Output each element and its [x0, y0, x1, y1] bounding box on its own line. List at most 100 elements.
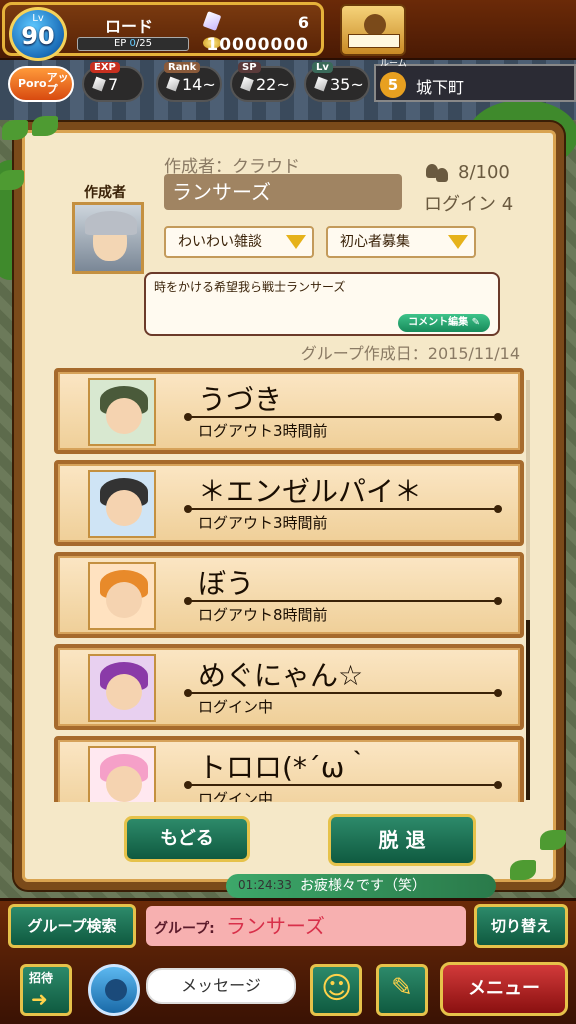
member-name: うづき	[198, 383, 283, 416]
player-info-panel[interactable]: Lv 90 ロード EP 0/25 6 10000000	[2, 2, 324, 61]
member-row[interactable]: ＊エンゼルパイ＊ ログアウト3時間前	[54, 460, 524, 546]
dropdown-arrow-icon	[286, 235, 306, 249]
vine-decoration	[0, 170, 24, 190]
buff-label: アップ	[46, 71, 69, 96]
message-input[interactable]: メッセージ	[146, 968, 296, 1004]
comment-edit-button[interactable]: コメント編集 ✎	[398, 314, 490, 332]
member-list-scrollbar[interactable]	[526, 380, 530, 800]
member-avatar	[88, 470, 156, 538]
buff-tag: Poro	[18, 77, 47, 90]
gem-icon	[240, 76, 254, 92]
room-number: 5	[380, 72, 406, 98]
avatar-face	[106, 490, 142, 526]
member-list[interactable]: うづき ログアウト3時間前 ＊エンゼルパイ＊ ログアウト3時間前 ぼう ログアウ…	[54, 368, 532, 802]
avatar-face	[106, 582, 142, 618]
group-created-date: グループ作成日：2015/11/14	[300, 344, 520, 363]
buff-tag: EXP	[90, 62, 120, 73]
vine-decoration	[2, 120, 28, 140]
invite-label: 招待	[29, 971, 54, 985]
group-comment: 時をかける希望我ら戦士ランサーズ	[154, 280, 346, 294]
rank-buff[interactable]: Rank 14~	[156, 62, 222, 102]
avatar-face	[106, 674, 142, 710]
members-icon	[426, 164, 450, 182]
group-search-button[interactable]: グループ検索	[8, 904, 136, 948]
avatar-face	[106, 398, 142, 434]
member-status: ログイン中	[198, 790, 274, 802]
sp-buff[interactable]: SP 22~	[230, 62, 296, 102]
room-indicator[interactable]: ルーム 5 城下町	[374, 59, 576, 102]
room-name: 城下町	[416, 78, 465, 97]
room-label: ルーム	[380, 59, 407, 69]
gem-count: 6	[297, 13, 309, 32]
member-name: ぼう	[198, 567, 255, 600]
invite-arrow-icon: ➜	[31, 987, 48, 1011]
person-icon	[364, 14, 386, 36]
member-avatar	[88, 654, 156, 722]
menu-button[interactable]: メニュー	[440, 962, 568, 1016]
member-status: ログアウト8時間前	[198, 606, 328, 624]
group-field-label: グループ:	[154, 921, 215, 937]
buff-value: 22~	[256, 74, 290, 94]
member-name: トロロ(*´ω｀	[198, 751, 373, 784]
invite-button[interactable]: 招待 ➜	[20, 964, 72, 1016]
current-group-field[interactable]: グループ: ランサーズ	[146, 906, 466, 946]
member-row[interactable]: トロロ(*´ω｀ ログイン中	[54, 736, 524, 802]
coin-count: 10000000	[206, 35, 309, 55]
member-status: ログアウト3時間前	[198, 422, 328, 440]
category-select-2[interactable]: 初心者募集	[326, 226, 476, 258]
member-avatar	[88, 562, 156, 630]
member-status: ログイン中	[198, 698, 274, 716]
pencil-icon: ✎	[471, 317, 480, 328]
buff-value: 14~	[182, 74, 216, 94]
group-name-field[interactable]: ランサーズ	[164, 174, 402, 210]
poro-up-buff[interactable]: Poro アップ	[8, 66, 74, 102]
stamp-button[interactable]: ✎	[376, 964, 428, 1016]
level-value: 90	[21, 22, 55, 50]
buff-tag: Lv	[312, 62, 333, 73]
member-row[interactable]: めぐにゃん☆ ログイン中	[54, 644, 524, 730]
login-count: ログイン 4	[424, 194, 514, 215]
divider	[184, 505, 502, 513]
brush-icon: ✎	[391, 973, 413, 1003]
member-name: ＊エンゼルパイ＊	[198, 475, 423, 508]
creator-avatar[interactable]	[72, 202, 144, 274]
buff-value: 35~	[330, 74, 364, 94]
group-detail-panel: 作成者 作成者：クラウド ランサーズ 8/100 ログイン 4 わいわい雑談 初…	[0, 116, 566, 890]
category-value: わいわい雑談	[178, 234, 262, 250]
member-row[interactable]: ぼう ログアウト8時間前	[54, 552, 524, 638]
leave-group-button[interactable]: 脱 退	[328, 814, 476, 866]
chat-avatar-button[interactable]	[88, 964, 140, 1016]
category-select-1[interactable]: わいわい雑談	[164, 226, 314, 258]
divider	[184, 597, 502, 605]
ep-max: /25	[135, 38, 152, 49]
lv-buff[interactable]: Lv 35~	[304, 62, 370, 102]
friends-book-button[interactable]	[340, 4, 406, 56]
status-bar: Lv 90 ロード EP 0/25 6 10000000	[0, 0, 576, 61]
vine-decoration	[540, 830, 566, 850]
buff-tag: SP	[238, 62, 261, 73]
dropdown-arrow-icon	[448, 235, 468, 249]
member-name: めぐにゃん☆	[198, 659, 364, 692]
buff-tag: Rank	[164, 62, 201, 73]
member-row[interactable]: うづき ログアウト3時間前	[54, 368, 524, 454]
member-avatar	[88, 746, 156, 802]
exp-buff[interactable]: EXP 7	[82, 62, 144, 102]
buff-value: 7	[108, 74, 119, 94]
switch-button[interactable]: 切り替え	[474, 904, 568, 948]
back-button[interactable]: もどる	[124, 816, 250, 862]
category-value: 初心者募集	[340, 234, 410, 250]
level-badge: Lv 90	[9, 7, 67, 61]
smiley-icon: ☺	[321, 971, 353, 1006]
book-icon	[348, 34, 400, 48]
member-avatar	[88, 378, 156, 446]
divider	[184, 413, 502, 421]
group-comment-box: 時をかける希望我ら戦士ランサーズ コメント編集 ✎	[144, 272, 500, 336]
emoji-button[interactable]: ☺	[310, 964, 362, 1016]
vine-decoration	[32, 116, 58, 136]
speech-icon	[105, 979, 127, 1001]
ep-label: EP	[113, 38, 127, 49]
creator-label: 作成者	[84, 185, 126, 201]
gem-icon	[314, 76, 328, 92]
scrollbar-thumb[interactable]	[526, 620, 530, 800]
member-count: 8/100	[458, 162, 510, 183]
